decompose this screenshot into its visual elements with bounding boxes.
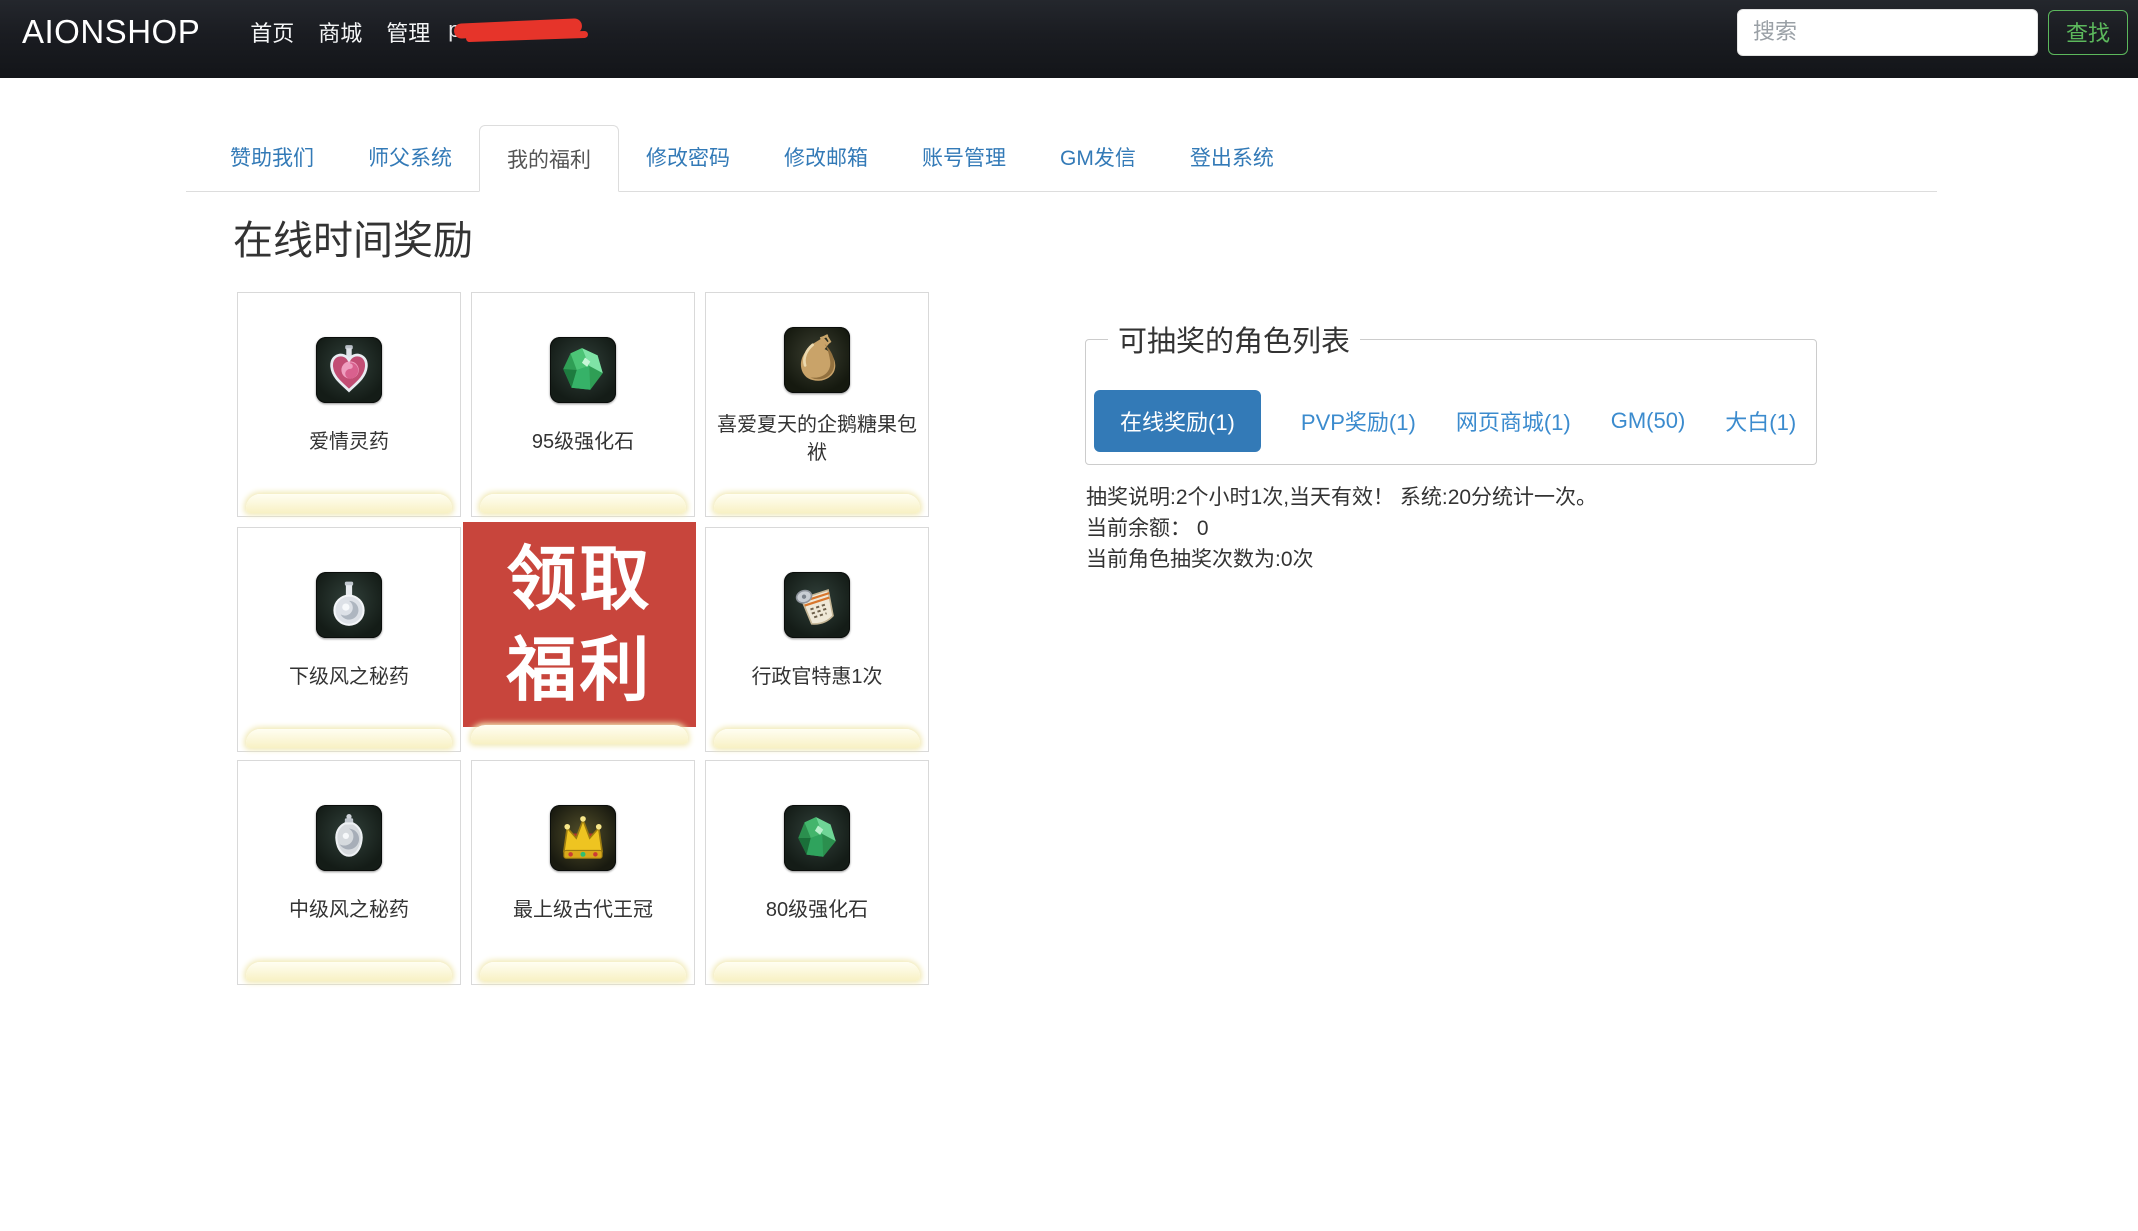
reward-label: 95级强化石 [522, 428, 644, 456]
reward-label: 下级风之秘药 [279, 663, 419, 691]
tab-logout[interactable]: 登出系统 [1163, 122, 1301, 191]
admin-scroll-icon [784, 572, 850, 638]
ancient-crown-icon [550, 805, 616, 871]
card-glow [714, 494, 920, 513]
pill-online-reward[interactable]: 在线奖励(1) [1094, 390, 1261, 452]
reward-card-admin-scroll[interactable]: 行政官特惠1次 [705, 527, 929, 752]
lottery-instructions: 抽奖说明:2个小时1次,当天有效！ 系统:20分统计一次。 [1086, 482, 1597, 513]
card-glow [246, 729, 452, 748]
navbar-links: 首页 商城 管理 p l [250, 15, 594, 49]
tab-account-manage[interactable]: 账号管理 [895, 122, 1033, 191]
love-potion-icon [316, 337, 382, 403]
enchant-stone-95-icon [550, 337, 616, 403]
search-button[interactable]: 查找 [2048, 10, 2128, 55]
candy-bag-icon [784, 327, 850, 393]
card-glow [714, 962, 920, 981]
reward-label: 最上级古代王冠 [503, 896, 663, 924]
pill-pvp-reward[interactable]: PVP奖励(1) [1301, 405, 1416, 437]
wind-potion-mid-icon [316, 805, 382, 871]
tab-my-benefits[interactable]: 我的福利 [479, 125, 619, 192]
card-glow [480, 494, 686, 513]
search-input[interactable] [1737, 9, 2038, 56]
nav-item-username-redacted[interactable]: p l [454, 15, 594, 49]
tab-change-password[interactable]: 修改密码 [619, 122, 757, 191]
reward-label: 喜爱夏天的企鹅糖果包袱 [706, 411, 928, 467]
lottery-info: 抽奖说明:2个小时1次,当天有效！ 系统:20分统计一次。 当前余额： 0 当前… [1086, 482, 1597, 575]
nav-item-admin[interactable]: 管理 [386, 16, 430, 48]
pill-gm[interactable]: GM(50) [1611, 408, 1686, 434]
tab-master-system[interactable]: 师父系统 [341, 122, 479, 191]
pill-dabai[interactable]: 大白(1) [1725, 405, 1796, 437]
card-glow [246, 494, 452, 513]
lottery-pill-list: 在线奖励(1) PVP奖励(1) 网页商城(1) GM(50) 大白(1) [1094, 390, 1800, 452]
wind-potion-lesser-icon [316, 572, 382, 638]
tab-change-email[interactable]: 修改邮箱 [757, 122, 895, 191]
reward-card-enchant-stone-95[interactable]: 95级强化石 [471, 292, 695, 517]
tab-gm-mail[interactable]: GM发信 [1033, 122, 1163, 191]
current-draw-count: 当前角色抽奖次数为:0次 [1086, 544, 1597, 575]
card-glow [471, 725, 688, 744]
card-glow [480, 962, 686, 981]
card-glow [714, 729, 920, 748]
reward-label: 中级风之秘药 [279, 896, 419, 924]
reward-card-love-potion[interactable]: 爱情灵药 [237, 292, 461, 517]
claim-benefits-button[interactable]: 领取 福利 [463, 522, 696, 747]
reward-label: 行政官特惠1次 [741, 663, 892, 691]
reward-card-ancient-crown[interactable]: 最上级古代王冠 [471, 760, 695, 985]
reward-card-enchant-stone-80[interactable]: 80级强化石 [705, 760, 929, 985]
current-balance: 当前余额： 0 [1086, 513, 1597, 544]
reward-card-wind-potion-mid[interactable]: 中级风之秘药 [237, 760, 461, 985]
page-title: 在线时间奖励 [233, 216, 473, 266]
tab-sponsor-us[interactable]: 赞助我们 [203, 122, 341, 191]
navbar: AIONSHOP 首页 商城 管理 p l 查找 [0, 0, 2138, 78]
rewards-grid: 爱情灵药 95级强化石 [237, 292, 929, 983]
claim-benefits-banner: 领取 福利 [463, 522, 696, 727]
reward-label: 80级强化石 [756, 896, 878, 924]
reward-label: 爱情灵药 [299, 428, 399, 456]
pill-web-shop[interactable]: 网页商城(1) [1456, 405, 1571, 437]
tab-bar: 赞助我们 师父系统 我的福利 修改密码 修改邮箱 账号管理 GM发信 登出系统 [186, 122, 1937, 192]
enchant-stone-80-icon [784, 805, 850, 871]
lottery-panel: 可抽奖的角色列表 在线奖励(1) PVP奖励(1) 网页商城(1) GM(50)… [1085, 318, 1817, 465]
search-area: 查找 [1737, 9, 2128, 56]
card-glow [246, 962, 452, 981]
nav-item-shop[interactable]: 商城 [318, 16, 362, 48]
brand-logo[interactable]: AIONSHOP [22, 13, 200, 51]
reward-card-wind-potion-lesser[interactable]: 下级风之秘药 [237, 527, 461, 752]
lottery-panel-legend: 可抽奖的角色列表 [1108, 318, 1360, 360]
reward-card-candy-bag[interactable]: 喜爱夏天的企鹅糖果包袱 [705, 292, 929, 517]
nav-item-home[interactable]: 首页 [250, 16, 294, 48]
